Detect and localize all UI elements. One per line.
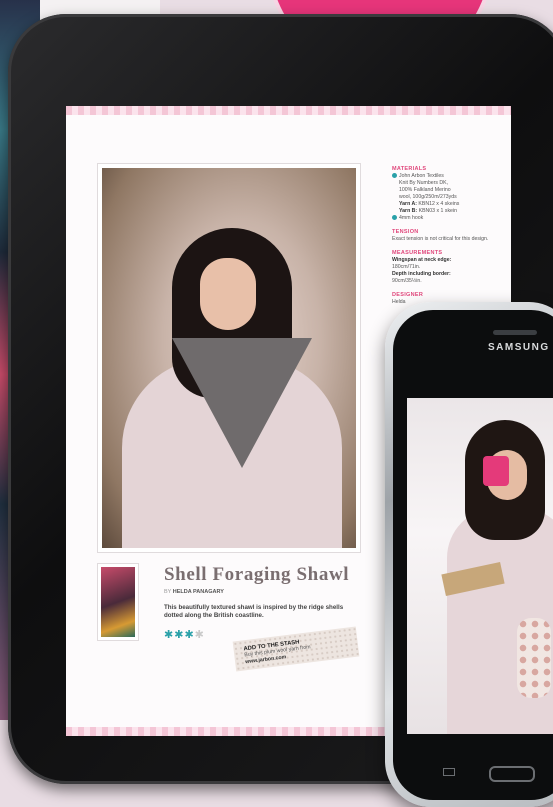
designer-heading: DESIGNER [392,292,424,298]
author-name: HELDA PANAGARY [172,589,224,595]
phone-brand-logo: SAMSUNG [488,342,550,353]
photo-shawl [172,338,312,468]
photo-face [200,258,256,330]
star-filled-icon: ✱ [174,629,185,641]
star-empty-icon: ✱ [194,629,205,641]
materials-line-4: wool, 100g/250m/273yds [399,194,457,200]
yarn-b: Yarn B: KBN03 x 1 skein [399,208,457,214]
description: This beautifully textured shawl is inspi… [164,604,344,619]
page-title: Shell Foraging Shawl [164,564,350,585]
materials-heading: MATERIALS [392,166,427,172]
mug-icon [483,456,509,486]
byline: BY HELDA PANAGARY [164,589,224,595]
phone-photo-sock [517,618,551,698]
materials-line-1: John Arbon Textiles [392,173,492,180]
hook-line: 4mm hook [392,215,492,222]
phone-device: SAMSUNG [385,302,553,807]
wingspan-value: 180cm/71in. [392,264,421,270]
pattern-sidebar: MATERIALS John Arbon Textiles Knit By Nu… [392,166,492,306]
difficulty-rating: ✱✱✱✱ [164,628,205,641]
stash-tape: ADD TO THE STASH Buy this plum wool yarn… [232,626,360,672]
speaker-grille-icon [493,330,537,335]
depth-value: 90cm/35½in. [392,278,422,284]
phone-bezel: SAMSUNG [393,310,553,800]
washi-tape-top [66,106,511,115]
bullet-icon [392,215,397,221]
wingspan-label: Wingspan at neck edge: [392,257,452,263]
home-button[interactable] [489,766,535,782]
materials-line-3: 100% Falkland Merino [399,187,451,193]
tension-text: Exact tension is not critical for this d… [392,236,489,242]
thumbnail-frame [98,564,138,640]
tension-heading: TENSION [392,229,419,235]
star-filled-icon: ✱ [164,629,175,641]
materials-line-2: Knit By Numbers DK, [399,180,449,186]
star-filled-icon: ✱ [184,629,195,641]
thumbnail-photo [101,567,135,637]
measurements-heading: MEASUREMENTS [392,250,443,256]
yarn-a: Yarn A: KBN12 x 4 skeins [399,201,460,207]
menu-key-icon[interactable] [443,768,455,776]
depth-label: Depth including border: [392,271,451,277]
main-photo [102,168,356,548]
phone-screen [407,398,553,734]
main-photo-frame [98,164,360,552]
bullet-icon [392,173,397,179]
